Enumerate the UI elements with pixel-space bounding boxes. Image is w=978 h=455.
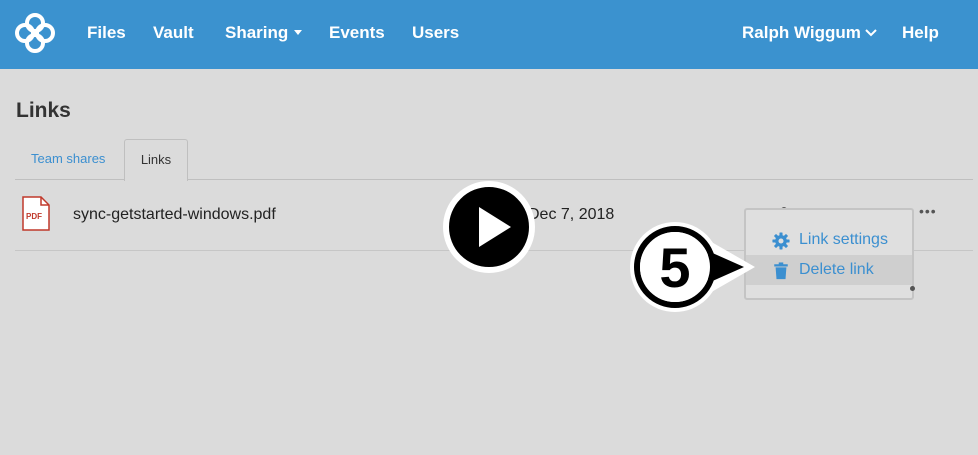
more-options-icon[interactable]: ••• xyxy=(919,203,937,219)
dropdown-dot xyxy=(910,286,915,291)
menu-item-label: Link settings xyxy=(799,231,888,248)
caret-down-icon xyxy=(294,30,303,36)
menu-item-link-settings[interactable]: Link settings xyxy=(746,225,912,255)
menu-item-delete-link[interactable]: Delete link xyxy=(746,255,912,285)
play-icon xyxy=(479,207,511,247)
tab-team-shares[interactable]: Team shares xyxy=(16,151,120,166)
nav-sharing-label: Sharing xyxy=(225,23,289,42)
link-actions-dropdown: Link settings Delete link xyxy=(744,208,914,300)
tab-links[interactable]: Links xyxy=(124,139,188,181)
nav-files[interactable]: Files xyxy=(87,23,126,43)
file-date: Dec 7, 2018 xyxy=(528,206,615,223)
pdf-file-type: PDF xyxy=(26,212,42,221)
top-navbar: Files Vault Sharing Events Users Ralph W… xyxy=(0,0,978,69)
step-callout-badge: 5 xyxy=(630,222,755,312)
nav-sharing[interactable]: Sharing xyxy=(225,23,303,43)
nav-events[interactable]: Events xyxy=(329,23,385,43)
nav-help[interactable]: Help xyxy=(902,23,939,43)
play-button[interactable] xyxy=(443,181,535,273)
trash-icon xyxy=(774,262,788,280)
nav-users[interactable]: Users xyxy=(412,23,459,43)
file-name[interactable]: sync-getstarted-windows.pdf xyxy=(73,206,276,224)
pdf-file-icon: PDF xyxy=(22,196,50,231)
step-number: 5 xyxy=(659,236,690,299)
menu-item-label: Delete link xyxy=(799,261,874,278)
sync-logo-icon[interactable] xyxy=(13,11,57,55)
chevron-down-icon xyxy=(865,28,877,36)
page-title: Links xyxy=(16,99,71,122)
user-menu[interactable]: Ralph Wiggum xyxy=(742,23,877,43)
user-name: Ralph Wiggum xyxy=(742,23,861,42)
gear-icon xyxy=(772,232,790,250)
nav-vault[interactable]: Vault xyxy=(153,23,194,43)
